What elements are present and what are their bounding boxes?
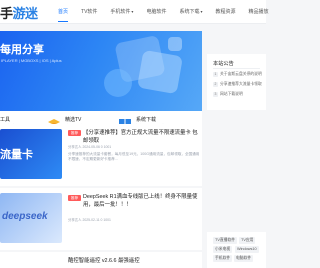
nav-item-label: 手机软件 xyxy=(110,9,131,15)
site-header: 手游迷 首页 TV软件 手机软件▾ 电脑软件 系统下载▾ 教程资源 精品播放 xyxy=(0,0,269,24)
article-excerpt: 分享速推荐的大流量卡套餐，每月低至19元，100G通用流量，包邮领取，全国通用不… xyxy=(68,152,200,161)
article-card: 流量卡 推荐 【分享速推荐】官方正规大流量不限速流量卡 包邮领取 分享达人 20… xyxy=(0,124,202,186)
notice-number: 2 xyxy=(213,82,218,87)
banner-decoration xyxy=(137,49,183,95)
nav-item-pc-software[interactable]: 电脑软件 xyxy=(146,8,166,15)
nav-item-label: 系统下载 xyxy=(179,9,200,15)
article-title[interactable]: 酷控智能遥控 v2.6.6 最强遥控 xyxy=(68,256,140,264)
tag-link[interactable]: 电脑软件 xyxy=(234,255,254,262)
thumbnail-text: deepseek xyxy=(2,211,48,222)
feature-title: 系统下载 xyxy=(136,117,157,123)
banner-decoration xyxy=(168,37,182,51)
sidebar-tags: TV直播软件 TV应用 小米电视 Windows10 手机软件 电脑软件 xyxy=(207,232,266,268)
tag-link[interactable]: Windows10 xyxy=(235,246,259,253)
banner-decoration xyxy=(104,69,132,97)
banner-title: 每用分享 xyxy=(0,44,44,56)
tag-link[interactable]: TV直播软件 xyxy=(213,237,238,244)
sidebar-notices: 本站公告 1 关于宙斯云盘关停的说明 2 分享速推荐大流量卡领取 3 网站下载说明 xyxy=(207,54,266,110)
recommend-badge: 推荐 xyxy=(68,195,81,201)
notice-text: 关于宙斯云盘关停的说明 xyxy=(220,72,262,76)
site-logo[interactable]: 手游迷 xyxy=(0,3,38,22)
chevron-down-icon: ▾ xyxy=(131,9,134,14)
article-thumbnail[interactable]: deepseek xyxy=(0,193,62,243)
nav-item-tv-software[interactable]: TV软件 xyxy=(81,8,97,15)
nav-item-label: 精品播放 xyxy=(248,9,269,15)
tag-link[interactable]: TV应用 xyxy=(239,237,256,244)
notice-number: 3 xyxy=(213,92,218,97)
logo-text-brand: 游迷 xyxy=(12,6,39,21)
nav-item-premium-player[interactable]: 精品播放 xyxy=(249,8,269,15)
banner-subtitle: IPLAYER | MGBOXS | IOS | Aplus xyxy=(1,58,62,63)
notice-text: 分享速推荐大流量卡领取 xyxy=(220,82,262,86)
article-thumbnail[interactable]: 流量卡 xyxy=(0,129,62,179)
tag-link[interactable]: 小米电视 xyxy=(213,246,233,253)
notice-item[interactable]: 3 网站下载说明 xyxy=(213,92,243,97)
article-meta: 分享达人 2025-02-11 0 1001 xyxy=(68,218,111,222)
article-card: deepseek 推荐 DeepSeek R1满血专线版已上线！终身不限量使用，… xyxy=(0,188,202,250)
feature-title: 精选TV xyxy=(65,117,82,123)
article-meta: 分享达人 2024-05-06 0 1001 xyxy=(68,145,112,149)
nav-item-label: 首页 xyxy=(58,9,69,15)
recommend-badge: 推荐 xyxy=(68,130,81,136)
notice-item[interactable]: 2 分享速推荐大流量卡领取 xyxy=(213,82,262,87)
hero-banner[interactable]: 每用分享 IPLAYER | MGBOXS | IOS | Aplus xyxy=(0,31,202,111)
article-title[interactable]: DeepSeek R1满血专线版已上线！终身不限量使用，最后一批！！！ xyxy=(83,193,201,209)
logo-text-main: 手 xyxy=(0,6,13,21)
notice-item[interactable]: 1 关于宙斯云盘关停的说明 xyxy=(213,72,262,77)
nav-item-label: TV软件 xyxy=(81,9,98,15)
notice-number: 1 xyxy=(213,72,218,77)
nav-item-label: 教程资源 xyxy=(215,9,236,15)
sidebar-heading: 本站公告 xyxy=(213,61,234,67)
nav-item-home[interactable]: 首页 xyxy=(58,8,69,22)
main-nav: 首页 TV软件 手机软件▾ 电脑软件 系统下载▾ 教程资源 精品播放 xyxy=(58,8,282,22)
notice-text: 网站下载说明 xyxy=(220,92,243,96)
nav-item-tutorials[interactable]: 教程资源 xyxy=(215,8,235,15)
nav-item-system-download[interactable]: 系统下载▾ xyxy=(179,8,202,15)
chevron-down-icon: ▾ xyxy=(200,9,203,14)
thumbnail-text: 流量卡 xyxy=(0,149,33,161)
nav-item-label: 电脑软件 xyxy=(146,9,167,15)
nav-item-mobile-software[interactable]: 手机软件▾ xyxy=(110,8,133,15)
article-card: 酷控智能遥控 v2.6.6 最强遥控 xyxy=(0,252,202,268)
article-title[interactable]: 【分享速推荐】官方正规大流量不限速流量卡 包邮领取 xyxy=(83,129,201,145)
divider xyxy=(213,68,260,69)
feature-title: 工具 xyxy=(0,117,11,123)
tag-link[interactable]: 手机软件 xyxy=(213,255,233,262)
